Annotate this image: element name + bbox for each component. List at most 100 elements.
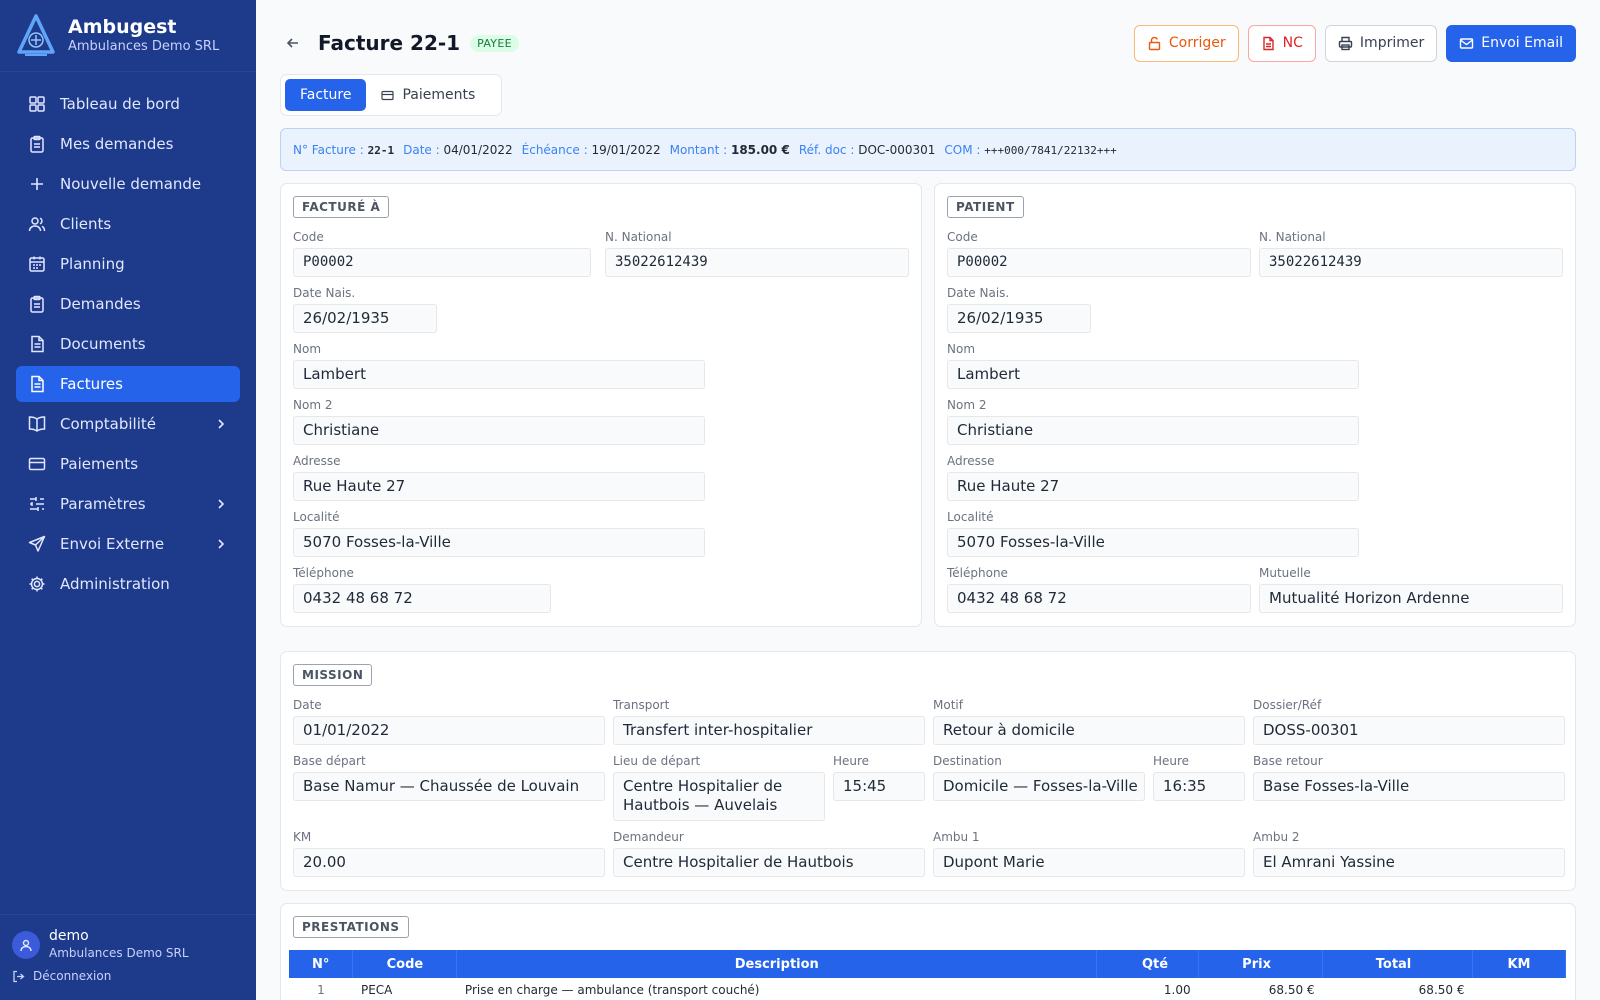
- code-input[interactable]: P00002: [293, 248, 591, 277]
- n-national-input[interactable]: 35022612439: [1259, 248, 1563, 277]
- ambu2-field: Ambu 2 El Amrani Yassine: [1253, 830, 1565, 877]
- nom2-input[interactable]: Christiane: [947, 416, 1359, 445]
- summary-label: COM :: [944, 142, 981, 157]
- nom-input[interactable]: Lambert: [947, 360, 1359, 389]
- sidebar-item-label: Planning: [60, 255, 125, 273]
- adresse-input[interactable]: Rue Haute 27: [293, 472, 705, 501]
- km-input[interactable]: 20.00: [293, 848, 605, 877]
- column-header[interactable]: Prix: [1198, 950, 1324, 978]
- sidebar-item-parametres[interactable]: Paramètres: [16, 486, 240, 522]
- sidebar-item-clients[interactable]: Clients: [16, 206, 240, 242]
- nom-field: Nom Lambert: [947, 342, 1359, 389]
- invoice-date: 04/01/2022: [443, 142, 513, 157]
- sidebar-item-planning[interactable]: Planning: [16, 246, 240, 282]
- sidebar-item-tableau-de-bord[interactable]: Tableau de bord: [16, 86, 240, 122]
- field-label: Motif: [933, 698, 963, 712]
- nc-button[interactable]: NC: [1247, 24, 1316, 62]
- corriger-label: Corriger: [1168, 35, 1226, 51]
- motif-field: Motif Retour à domicile: [933, 698, 1245, 745]
- sidebar-item-label: Envoi Externe: [60, 535, 165, 553]
- code-input[interactable]: P00002: [947, 248, 1251, 277]
- nom-input[interactable]: Lambert: [293, 360, 705, 389]
- nom2-input[interactable]: Christiane: [293, 416, 705, 445]
- back-button[interactable]: [280, 30, 306, 56]
- column-header[interactable]: N°: [289, 950, 354, 978]
- logout-link[interactable]: Déconnexion: [12, 969, 244, 983]
- heure-depart-input[interactable]: 15:45: [833, 772, 925, 801]
- heure-depart-field: Heure 15:45: [833, 754, 925, 801]
- envoi-email-label: Envoi Email: [1481, 35, 1563, 51]
- localite-input[interactable]: 5070 Fosses-la-Ville: [947, 528, 1359, 557]
- localite-input[interactable]: 5070 Fosses-la-Ville: [293, 528, 705, 557]
- sidebar-nav: Tableau de bord Mes demandes Nouvelle de…: [16, 86, 240, 606]
- field-label: Date: [293, 698, 322, 712]
- corriger-button[interactable]: Corriger: [1133, 24, 1239, 62]
- gear-icon: [29, 576, 45, 592]
- column-header[interactable]: Code: [352, 950, 458, 978]
- avatar[interactable]: [12, 930, 40, 959]
- adresse-field: Adresse Rue Haute 27: [293, 454, 705, 501]
- sidebar-item-label: Tableau de bord: [60, 95, 180, 113]
- section-title: MISSION: [293, 664, 373, 686]
- date-nais-input[interactable]: 26/02/1935: [293, 304, 437, 333]
- transport-input[interactable]: Transfert inter-hospitalier: [613, 716, 925, 745]
- logout-label: Déconnexion: [33, 969, 112, 983]
- sidebar-item-paiements[interactable]: Paiements: [16, 446, 240, 482]
- field-label: N. National: [1259, 230, 1326, 244]
- ambu1-input[interactable]: Dupont Marie: [933, 848, 1245, 877]
- base-depart-input[interactable]: Base Namur — Chaussée de Louvain: [293, 772, 605, 801]
- header-actions: Corriger NC Imprimer Envoi Email: [1125, 24, 1576, 62]
- field-label: Code: [293, 230, 324, 244]
- sidebar-item-demandes[interactable]: Demandes: [16, 286, 240, 322]
- sidebar-item-comptabilite[interactable]: Comptabilité: [16, 406, 240, 442]
- imprimer-button[interactable]: Imprimer: [1324, 24, 1438, 62]
- telephone-input[interactable]: 0432 48 68 72: [947, 584, 1251, 613]
- destination-field: Destination Domicile — Fosses-la-Ville: [933, 754, 1145, 801]
- sidebar-item-envoi-externe[interactable]: Envoi Externe: [16, 526, 240, 562]
- adresse-input[interactable]: Rue Haute 27: [947, 472, 1359, 501]
- destination-input[interactable]: Domicile — Fosses-la-Ville: [933, 772, 1145, 801]
- tab-facture[interactable]: Facture: [285, 79, 367, 111]
- lieu-depart-input[interactable]: Centre Hospitalier de Hautbois — Auvelai…: [613, 772, 825, 821]
- tab-bar: Facture Paiements: [280, 74, 502, 116]
- mutuelle-input[interactable]: Mutualité Horizon Ardenne: [1259, 584, 1563, 613]
- column-header[interactable]: KM: [1472, 950, 1567, 978]
- imprimer-label: Imprimer: [1359, 35, 1425, 51]
- summary-label: Date :: [403, 142, 440, 157]
- sidebar-item-factures[interactable]: Factures: [16, 366, 240, 402]
- field-label: Téléphone: [947, 566, 1008, 580]
- demandeur-input[interactable]: Centre Hospitalier de Hautbois: [613, 848, 925, 877]
- brand[interactable]: Ambugest Ambulances Demo SRL: [0, 0, 256, 72]
- column-header[interactable]: Total: [1322, 950, 1473, 978]
- sidebar-item-nouvelle-demande[interactable]: Nouvelle demande: [16, 166, 240, 202]
- sidebar-item-mes-demandes[interactable]: Mes demandes: [16, 126, 240, 162]
- dossier-input[interactable]: DOSS-00301: [1253, 716, 1565, 745]
- heure-arrivee-input[interactable]: 16:35: [1153, 772, 1245, 801]
- motif-input[interactable]: Retour à domicile: [933, 716, 1245, 745]
- page-title: Facture 22-1: [318, 31, 461, 55]
- n-national-input[interactable]: 35022612439: [605, 248, 909, 277]
- facture-a-card: FACTURÉ À Code P00002 N. National 350226…: [280, 183, 922, 627]
- ambu2-input[interactable]: El Amrani Yassine: [1253, 848, 1565, 877]
- summary-label: N° Facture :: [293, 142, 364, 157]
- column-header[interactable]: Qté: [1096, 950, 1200, 978]
- mission-date-input[interactable]: 01/01/2022: [293, 716, 605, 745]
- sidebar-item-label: Demandes: [60, 295, 141, 313]
- field-label: Adresse: [293, 454, 341, 468]
- base-retour-input[interactable]: Base Fosses-la-Ville: [1253, 772, 1565, 801]
- tab-label: Paiements: [402, 87, 476, 103]
- telephone-input[interactable]: 0432 48 68 72: [293, 584, 551, 613]
- field-label: Heure: [833, 754, 870, 768]
- column-header[interactable]: Description: [456, 950, 1098, 978]
- envoi-email-button[interactable]: Envoi Email: [1446, 24, 1576, 62]
- date-nais-input[interactable]: 26/02/1935: [947, 304, 1091, 333]
- table-row[interactable]: 1 PECA Prise en charge — ambulance (tran…: [289, 978, 1566, 1000]
- sidebar-item-administration[interactable]: Administration: [16, 566, 240, 602]
- sidebar-item-label: Nouvelle demande: [60, 175, 202, 193]
- tab-paiements[interactable]: Paiements: [366, 79, 490, 111]
- main-content: Facture 22-1 PAYEE Corriger NC Imprimer …: [256, 0, 1600, 1000]
- prestations-table: N° Code Description Qté Prix Total KM 1 …: [289, 950, 1567, 1000]
- chevron-right-icon: [218, 539, 225, 549]
- sidebar-item-documents[interactable]: Documents: [16, 326, 240, 362]
- summary-label: Montant :: [669, 142, 728, 157]
